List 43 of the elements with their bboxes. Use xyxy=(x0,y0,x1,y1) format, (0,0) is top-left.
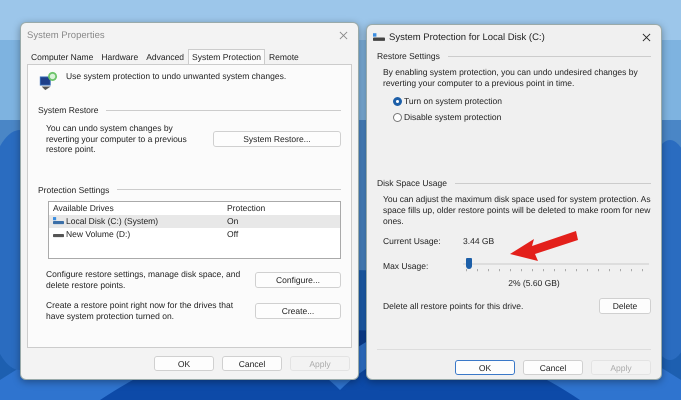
system-restore-button[interactable]: System Restore... xyxy=(213,130,341,147)
computer-shield-icon xyxy=(38,71,58,91)
delete-button[interactable]: Delete xyxy=(599,298,651,314)
radio-button[interactable] xyxy=(393,96,402,106)
create-button[interactable]: Create... xyxy=(255,302,341,319)
radio-button[interactable] xyxy=(393,112,402,122)
radio-label[interactable]: Disable system protection xyxy=(404,112,502,122)
drive-row[interactable]: New Volume (D:) Off xyxy=(49,228,340,241)
description-text: By enabling system protection, you can undo undesired changes by reverting your computer to a previous point in time. xyxy=(383,67,639,88)
dialog-button[interactable]: OK xyxy=(455,360,515,375)
window-title: System Properties xyxy=(27,30,106,40)
description-text: You can adjust the maximum disk space used for system protection. As space fills up, older restore points will be deleted to make room for new ones. xyxy=(383,194,651,226)
close-icon[interactable] xyxy=(642,32,651,42)
group-heading: System Restore xyxy=(38,105,98,115)
group-heading: Protection Settings xyxy=(38,184,110,195)
drive-row[interactable]: Local Disk (C:) (System) On xyxy=(49,214,340,228)
column-header[interactable]: Available Drives xyxy=(49,203,223,214)
column-header[interactable]: Protection xyxy=(223,203,266,214)
slider-reading: 2% (5.60 GB) xyxy=(507,278,560,288)
system-drive-icon xyxy=(53,217,64,226)
usage-label: Current Usage: xyxy=(383,236,442,246)
drive-name: Local Disk (C:) (System) xyxy=(66,216,158,226)
intro-text: Use system protection to undo unwanted system changes. xyxy=(66,71,286,82)
drive-name: New Volume (D:) xyxy=(66,229,130,240)
description-text: Configure restore settings, manage disk space, and delete restore points. xyxy=(46,268,241,290)
slider-thumb[interactable] xyxy=(466,258,472,270)
radio-label[interactable]: Turn on system protection xyxy=(404,96,502,106)
dialog-button[interactable]: Cancel xyxy=(222,356,282,371)
description-text: Create a restore point right now for the drives that have system protection turned on. xyxy=(46,300,234,322)
drive-icon xyxy=(373,32,385,42)
tab[interactable]: System Protection xyxy=(188,49,266,64)
usage-label: Max Usage: xyxy=(383,261,430,272)
protection-status: On xyxy=(226,216,238,226)
description-text: Delete all restore points for this drive. xyxy=(383,301,524,312)
usage-value: 3.44 GB xyxy=(463,236,494,246)
configure-button[interactable]: Configure... xyxy=(255,272,341,288)
window-title: System Protection for Local Disk (C:) xyxy=(389,32,546,42)
dialog-button[interactable]: Cancel xyxy=(523,360,583,375)
description-text: You can undo system changes by reverting your computer to a previous restore point. xyxy=(46,123,188,155)
dialog-button[interactable]: OK xyxy=(154,356,214,371)
group-heading: Restore Settings xyxy=(377,51,440,61)
group-heading: Disk Space Usage xyxy=(377,178,447,188)
protection-status: Off xyxy=(226,229,238,240)
